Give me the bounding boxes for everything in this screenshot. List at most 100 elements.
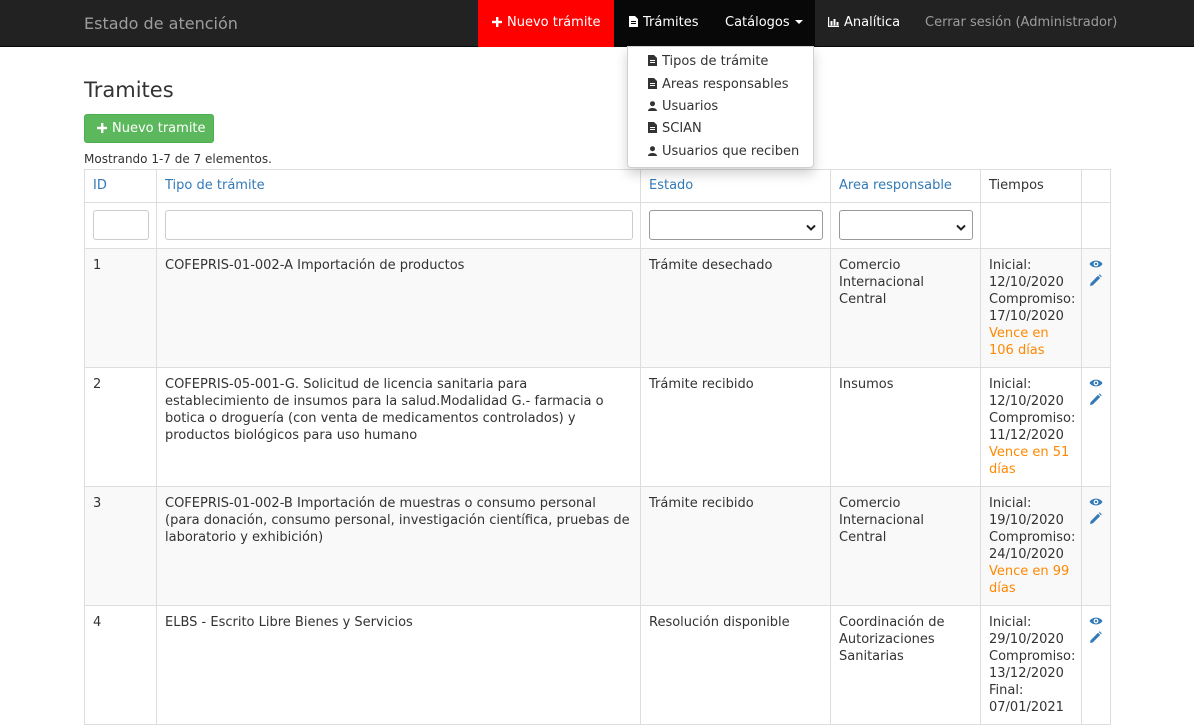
edit-pencil-icon[interactable]	[1089, 631, 1103, 648]
compromiso-date: 13/12/2020	[989, 666, 1064, 681]
inicial-date: 29/10/2020	[989, 632, 1064, 647]
cell-id: 3	[84, 486, 157, 606]
plus-icon	[492, 17, 502, 27]
compromiso-label: Compromiso:	[989, 292, 1076, 307]
cell-area: Comercio Internacional Central	[830, 248, 981, 368]
cell-tipo: COFEPRIS-01-002-B Importación de muestra…	[156, 486, 641, 606]
table-row: 2 COFEPRIS-05-001-G. Solicitud de licenc…	[84, 367, 1111, 487]
cell-id: 1	[84, 248, 157, 368]
cell-estado: Resolución disponible	[640, 605, 831, 725]
dropdown-item-usuarios-que-reciben[interactable]: Usuarios que reciben	[648, 141, 799, 163]
inicial-label: Inicial:	[989, 615, 1032, 630]
sort-link-area[interactable]: Area responsable	[839, 178, 952, 193]
dropdown-item-tipos-tramite[interactable]: Tipos de trámite	[648, 51, 768, 73]
column-header-area: Area responsable	[830, 169, 981, 203]
file-icon	[629, 16, 638, 27]
filter-id-input[interactable]	[93, 210, 149, 240]
dropdown-item-label: Usuarios que reciben	[662, 144, 800, 159]
table-row: 4 ELBS - Escrito Libre Bienes y Servicio…	[84, 605, 1111, 725]
results-summary: Mostrando 1-7 de 7 elementos.	[84, 152, 272, 166]
cell-area: Coordinación de Autorizaciones Sanitaria…	[830, 605, 981, 725]
nav-logout[interactable]: Cerrar sesión (Administrador)	[925, 0, 1117, 47]
vence-status: Vence en 99 días	[989, 564, 1070, 596]
cell-tiempos: Inicial: 19/10/2020 Compromiso: 24/10/20…	[980, 486, 1082, 606]
edit-pencil-icon[interactable]	[1089, 393, 1103, 410]
chevron-down-icon	[956, 220, 966, 237]
compromiso-label: Compromiso:	[989, 411, 1076, 426]
cell-actions	[1081, 605, 1111, 725]
edit-pencil-icon[interactable]	[1089, 512, 1103, 529]
cell-estado: Trámite recibido	[640, 486, 831, 606]
compromiso-date: 11/12/2020	[989, 428, 1064, 443]
nav-new-tramite-button[interactable]: Nuevo trámite	[478, 0, 614, 47]
dropdown-item-usuarios[interactable]: Usuarios	[648, 96, 718, 118]
sort-link-estado[interactable]: Estado	[649, 178, 693, 193]
cell-tiempos: Inicial: 12/10/2020 Compromiso: 17/10/20…	[980, 248, 1082, 368]
nav-tramites[interactable]: Trámites	[614, 0, 713, 47]
view-eye-icon[interactable]	[1089, 257, 1103, 274]
sort-link-tipo[interactable]: Tipo de trámite	[165, 178, 265, 193]
brand[interactable]: Estado de atención	[84, 0, 238, 47]
cell-actions	[1081, 486, 1111, 606]
filter-estado-select[interactable]	[649, 210, 823, 240]
view-eye-icon[interactable]	[1089, 376, 1103, 393]
chevron-down-icon	[806, 220, 816, 237]
dropdown-item-label: Usuarios	[662, 99, 719, 114]
compromiso-date: 17/10/2020	[989, 309, 1064, 324]
filter-area-select[interactable]	[839, 210, 973, 240]
sort-link-id[interactable]: ID	[93, 178, 107, 193]
file-icon	[648, 78, 657, 89]
file-icon	[648, 55, 657, 66]
nav-tramites-label: Trámites	[643, 15, 699, 30]
inicial-label: Inicial:	[989, 377, 1032, 392]
cell-actions	[1081, 248, 1111, 368]
inicial-date: 12/10/2020	[989, 394, 1064, 409]
navbar: Estado de atención Nuevo trámite Trámite…	[0, 0, 1194, 47]
table-row: 3 COFEPRIS-01-002-B Importación de muest…	[84, 486, 1111, 606]
cell-tipo: COFEPRIS-05-001-G. Solicitud de licencia…	[156, 367, 641, 487]
cell-tipo: COFEPRIS-01-002-A Importación de product…	[156, 248, 641, 368]
table-row: 1 COFEPRIS-01-002-A Importación de produ…	[84, 248, 1111, 368]
view-eye-icon[interactable]	[1089, 495, 1103, 512]
vence-status: Vence en 51 días	[989, 445, 1070, 477]
final-label: Final:	[989, 683, 1024, 698]
cell-tipo: ELBS - Escrito Libre Bienes y Servicios	[156, 605, 641, 725]
inicial-label: Inicial:	[989, 496, 1032, 511]
compromiso-label: Compromiso:	[989, 530, 1076, 545]
nav-new-tramite-label: Nuevo trámite	[507, 15, 601, 30]
user-icon	[648, 146, 657, 156]
column-header-tiempos: Tiempos	[980, 169, 1082, 203]
cell-estado: Trámite recibido	[640, 367, 831, 487]
nav-analitica[interactable]: Analítica	[815, 0, 911, 47]
vence-status: Vence en 106 días	[989, 326, 1049, 358]
caret-down-icon	[794, 20, 803, 24]
new-tramite-button[interactable]: Nuevo tramite	[84, 114, 214, 143]
dropdown-item-label: Areas responsables	[662, 77, 789, 92]
dropdown-item-label: Tipos de trámite	[662, 54, 769, 69]
column-header-id: ID	[84, 169, 157, 203]
bar-chart-icon	[828, 17, 839, 27]
plus-icon	[97, 123, 107, 133]
tramites-table: ID Tipo de trámite Estado Area responsab…	[84, 169, 1111, 725]
cell-id: 4	[84, 605, 157, 725]
dropdown-item-scian[interactable]: SCIAN	[648, 118, 702, 140]
column-header-actions	[1081, 169, 1111, 203]
edit-pencil-icon[interactable]	[1089, 274, 1103, 291]
page-title: Tramites	[84, 78, 174, 102]
cell-tiempos: Inicial: 12/10/2020 Compromiso: 11/12/20…	[980, 367, 1082, 487]
inicial-date: 12/10/2020	[989, 275, 1064, 290]
dropdown-item-label: SCIAN	[662, 121, 702, 136]
cell-area: Insumos	[830, 367, 981, 487]
cell-id: 2	[84, 367, 157, 487]
inicial-label: Inicial:	[989, 258, 1032, 273]
cell-tiempos: Inicial: 29/10/2020 Compromiso: 13/12/20…	[980, 605, 1082, 725]
filter-tipo-input[interactable]	[165, 210, 633, 240]
nav-catalogos-dropdown[interactable]: Catálogos	[713, 0, 815, 47]
dropdown-item-areas-responsables[interactable]: Areas responsables	[648, 74, 788, 96]
filter-row	[84, 202, 1111, 249]
table-header-row: ID Tipo de trámite Estado Area responsab…	[84, 169, 1111, 203]
nav-analitica-label: Analítica	[844, 15, 901, 30]
cell-area: Comercio Internacional Central	[830, 486, 981, 606]
new-tramite-button-label: Nuevo tramite	[112, 121, 206, 136]
view-eye-icon[interactable]	[1089, 614, 1103, 631]
